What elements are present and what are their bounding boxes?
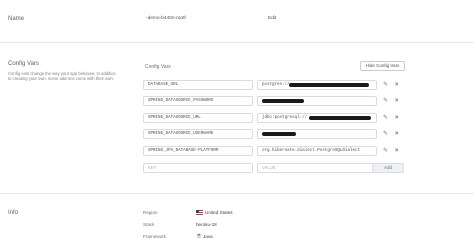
config-vars-description: Config vars change the way your app beha… xyxy=(8,71,116,82)
redaction-mark xyxy=(262,132,296,136)
pencil-icon[interactable]: ✎ xyxy=(383,115,388,121)
config-key-datasource-url[interactable]: SPRING_DATASOURCE_URL xyxy=(143,113,253,123)
config-vars-title: Config Vars xyxy=(8,61,39,67)
stack-label: Stack xyxy=(143,222,155,227)
region-value: United States xyxy=(205,210,233,215)
stack-value: heroku-18 xyxy=(196,222,217,227)
redaction-mark xyxy=(289,83,369,87)
close-icon[interactable]: × xyxy=(395,148,399,154)
region-label: Region xyxy=(143,210,158,215)
redaction-mark xyxy=(262,99,304,103)
pencil-icon[interactable]: ✎ xyxy=(383,82,388,88)
config-key-datasource-password[interactable]: SPRING_DATASOURCE_PASSWORD xyxy=(143,96,253,106)
config-value-text: jdbc:postgresql:// xyxy=(262,116,308,120)
pencil-icon[interactable]: ✎ xyxy=(383,98,388,104)
framework-label: Framework xyxy=(143,234,166,239)
close-icon[interactable]: × xyxy=(395,82,399,88)
config-value-text: postgres:// xyxy=(262,83,290,87)
pencil-icon[interactable]: ✎ xyxy=(383,131,388,137)
config-key-jpa-platform[interactable]: SPRING_JPA_DATABASE-PLATFORM xyxy=(143,146,253,156)
framework-value: Java xyxy=(203,234,213,239)
config-key-datasource-username[interactable]: SPRING_DATASOURCE_USERNAME xyxy=(143,129,253,139)
edit-name-link[interactable]: Edit xyxy=(268,16,276,21)
close-icon[interactable]: × xyxy=(395,115,399,121)
config-key-database-url[interactable]: DATABASE_URL xyxy=(143,80,253,90)
hide-config-vars-button[interactable]: Hide Config Vars xyxy=(360,61,405,71)
config-value-jpa-platform[interactable]: org.hibernate.dialect.PostgreSQLDialect xyxy=(257,146,377,156)
pencil-icon[interactable]: ✎ xyxy=(383,148,388,154)
close-icon[interactable]: × xyxy=(395,98,399,104)
info-section-title: Info xyxy=(8,210,19,216)
close-icon[interactable]: × xyxy=(395,131,399,137)
new-value-input[interactable]: VALUE xyxy=(257,163,377,173)
divider-config-info xyxy=(0,193,474,194)
new-key-input[interactable]: KEY xyxy=(143,163,253,173)
redaction-mark xyxy=(309,116,371,120)
config-vars-subtitle: Config Vars xyxy=(145,64,171,70)
java-icon: ☕ xyxy=(196,233,203,239)
app-name: -demo-b440n-rootf xyxy=(146,16,186,21)
name-section-title: Name xyxy=(8,16,25,22)
us-flag-icon xyxy=(196,210,203,215)
add-button[interactable]: Add xyxy=(372,163,404,173)
divider-name-config xyxy=(0,42,474,43)
